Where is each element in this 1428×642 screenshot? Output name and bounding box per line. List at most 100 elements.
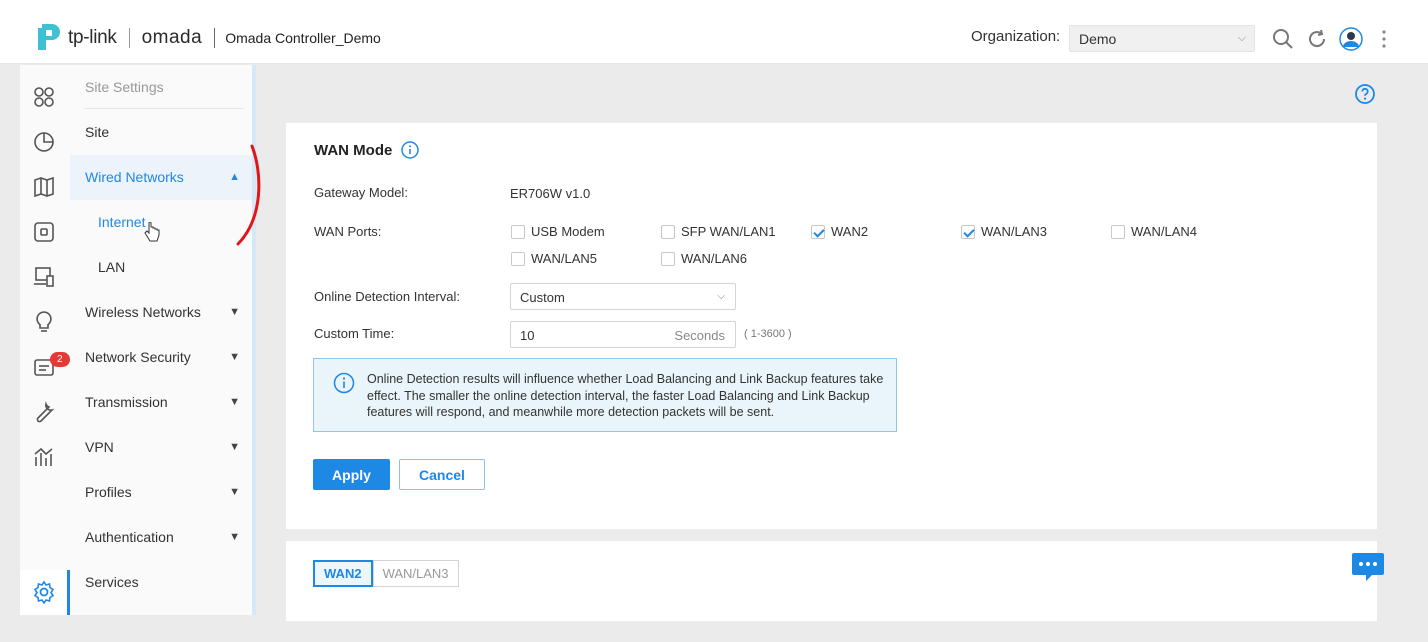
tab-wan2[interactable]: WAN2	[313, 560, 373, 587]
map-icon[interactable]	[32, 175, 56, 199]
chevron-down-icon: ▼	[229, 351, 240, 363]
select-value: Custom	[520, 290, 565, 305]
checkbox-label: WAN2	[831, 224, 869, 239]
menu-item-profiles[interactable]: Profiles ▼	[70, 470, 252, 515]
wan-port-usb-modem-checkbox[interactable]: USB Modem	[511, 224, 605, 239]
more-options-icon[interactable]	[1372, 27, 1396, 51]
menu-item-label: Authentication	[85, 529, 174, 545]
gateway-model-value: ER706W v1.0	[510, 186, 591, 201]
menu-item-label: Internet	[98, 214, 146, 230]
organization-value: Demo	[1079, 31, 1117, 47]
logo-divider	[128, 28, 130, 48]
site-title: Omada Controller_Demo	[225, 30, 381, 46]
chevron-down-icon: ▼	[229, 441, 240, 453]
info-icon	[333, 372, 355, 394]
refresh-icon[interactable]	[1305, 27, 1329, 51]
logs-badge: 2	[50, 352, 70, 367]
menu-item-internet[interactable]: Internet	[70, 200, 252, 245]
menu-item-label: Site	[85, 124, 110, 140]
wan-tabs: WAN2 WAN/LAN3	[313, 560, 459, 587]
wan-port-wan-lan3-checkbox[interactable]: WAN/LAN3	[961, 224, 1047, 239]
wan-port-wan-lan4-checkbox[interactable]: WAN/LAN4	[1111, 224, 1197, 239]
cancel-button[interactable]: Cancel	[399, 459, 485, 490]
menu-item-label: Profiles	[85, 484, 132, 500]
hand-cursor-icon	[144, 222, 160, 242]
checkbox-box-checked	[811, 224, 825, 239]
wan-port-wan-lan5-checkbox[interactable]: WAN/LAN5	[511, 251, 597, 266]
statistics-icon[interactable]	[32, 130, 56, 154]
menu-item-wired-networks[interactable]: Wired Networks ▲	[70, 155, 252, 200]
tab-wan-lan3[interactable]: WAN/LAN3	[372, 560, 459, 587]
organization-label: Organization:	[971, 28, 1061, 45]
gateway-model-label: Gateway Model:	[314, 185, 408, 200]
wan-ports-label: WAN Ports:	[314, 224, 382, 239]
logo: tp-link omada Omada Controller_Demo	[34, 22, 381, 54]
menu-item-services[interactable]: Services	[70, 560, 252, 605]
menu-header-label: Site Settings	[85, 79, 164, 95]
menu-item-wireless-networks[interactable]: Wireless Networks ▼	[70, 290, 252, 335]
menu-item-label: Services	[85, 574, 139, 590]
menu-item-transmission[interactable]: Transmission ▼	[70, 380, 252, 425]
top-header: tp-link omada Omada Controller_Demo Orga…	[0, 0, 1428, 64]
title-divider	[214, 28, 216, 48]
brand-name: tp-link	[68, 27, 117, 48]
menu-item-label: Wireless Networks	[85, 304, 201, 320]
tp-link-logo-icon	[38, 24, 60, 50]
tools-icon[interactable]	[32, 400, 56, 424]
chevron-down-icon: ⌵	[717, 291, 725, 302]
chevron-down-icon: ▼	[229, 531, 240, 543]
wan-port-wan-lan6-checkbox[interactable]: WAN/LAN6	[661, 251, 747, 266]
menu-item-label: VPN	[85, 439, 114, 455]
settings-rail-item[interactable]	[20, 570, 70, 615]
menu-item-vpn[interactable]: VPN ▼	[70, 425, 252, 470]
checkbox-box	[511, 224, 525, 239]
chevron-down-icon: ▼	[229, 306, 240, 318]
checkbox-box	[511, 251, 525, 266]
online-detection-interval-select[interactable]: Custom ⌵	[510, 283, 736, 310]
annotation-bracket	[236, 144, 261, 246]
custom-time-unit: Seconds	[674, 328, 725, 343]
clients-icon[interactable]	[32, 265, 56, 289]
checkbox-box-checked	[961, 224, 975, 239]
settings-icon	[33, 580, 55, 604]
dashboard-icon[interactable]	[32, 85, 56, 109]
chevron-down-icon: ⌵	[1237, 32, 1246, 44]
wan-settings-card: WAN2 WAN/LAN3	[286, 541, 1377, 621]
info-icon[interactable]	[401, 141, 419, 159]
custom-time-value: 10	[520, 328, 535, 343]
settings-menu: Site Settings Site Wired Networks ▲ Inte…	[70, 65, 256, 615]
organization-select[interactable]: Demo ⌵	[1069, 25, 1255, 52]
checkbox-label: WAN/LAN3	[981, 224, 1047, 239]
product-name: omada	[141, 27, 203, 48]
custom-time-range: ( 1-3600 )	[744, 328, 792, 340]
apply-button[interactable]: Apply	[313, 459, 390, 490]
wan-port-wan2-checkbox[interactable]: WAN2	[811, 224, 868, 239]
icon-rail: 2	[20, 65, 70, 615]
menu-item-site[interactable]: Site	[70, 110, 252, 155]
chat-icon[interactable]	[1351, 551, 1385, 583]
custom-time-input[interactable]: 10 Seconds	[510, 321, 736, 348]
user-avatar-icon[interactable]	[1339, 27, 1363, 51]
menu-item-network-security[interactable]: Network Security ▼	[70, 335, 252, 380]
menu-item-label: Wired Networks	[85, 169, 184, 185]
checkbox-label: USB Modem	[531, 224, 605, 239]
checkbox-label: WAN/LAN5	[531, 251, 597, 266]
menu-divider	[84, 108, 244, 109]
search-icon[interactable]	[1271, 27, 1295, 51]
insight-icon[interactable]	[32, 310, 56, 334]
menu-item-label: LAN	[98, 259, 126, 275]
help-icon[interactable]	[1355, 84, 1375, 104]
checkbox-box	[1111, 224, 1125, 239]
checkbox-label: WAN/LAN4	[1131, 224, 1197, 239]
notice-text: Online Detection results will influence …	[367, 372, 884, 419]
menu-item-lan[interactable]: LAN	[70, 245, 252, 290]
menu-header: Site Settings	[70, 65, 252, 110]
checkbox-box	[661, 251, 675, 266]
chevron-down-icon: ▼	[229, 486, 240, 498]
reports-icon[interactable]	[32, 445, 56, 469]
menu-item-authentication[interactable]: Authentication ▼	[70, 515, 252, 560]
menu-item-label: Network Security	[85, 349, 191, 365]
wan-port-sfp-wan-lan1-checkbox[interactable]: SFP WAN/LAN1	[661, 224, 776, 239]
online-detection-notice: Online Detection results will influence …	[313, 358, 897, 432]
devices-icon[interactable]	[32, 220, 56, 244]
